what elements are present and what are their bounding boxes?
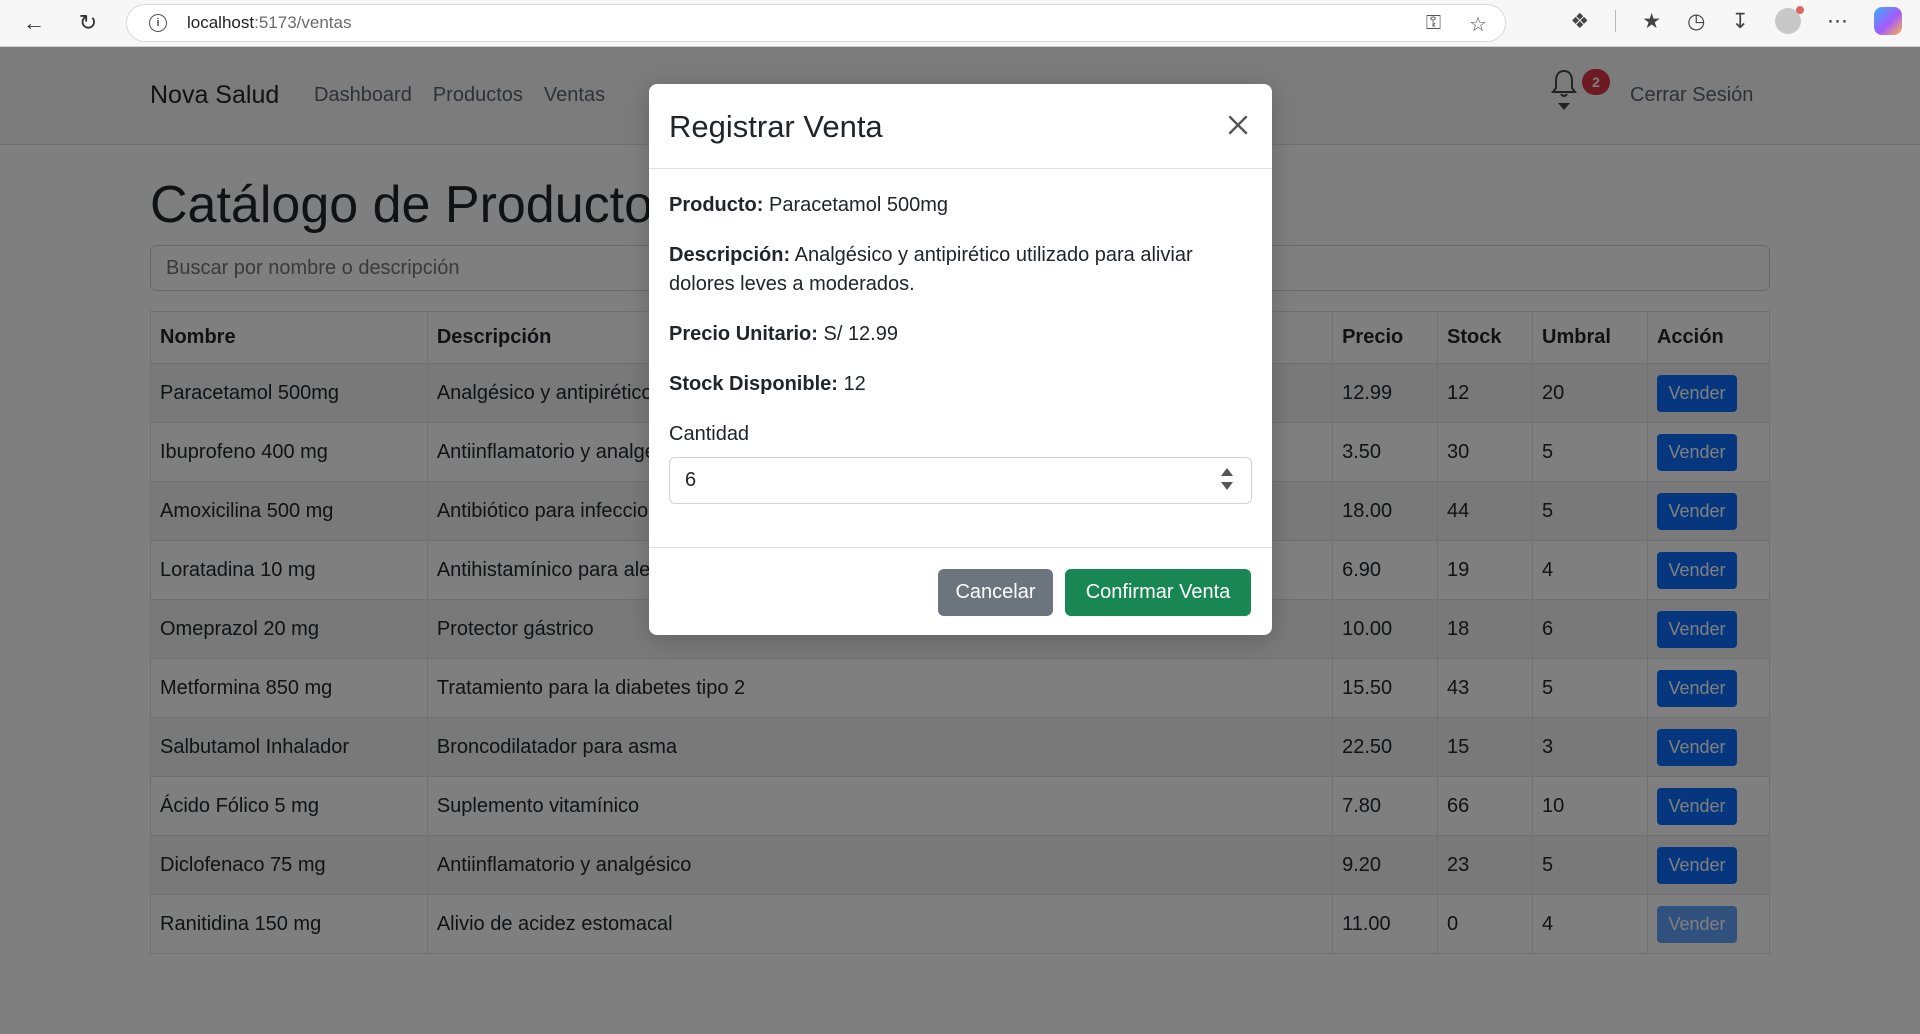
close-icon[interactable] <box>1222 109 1254 141</box>
increment-icon[interactable] <box>1221 468 1233 476</box>
address-bar[interactable]: i localhost:5173/ventas ⚿ ☆ <box>126 4 1506 42</box>
stock-value: 12 <box>843 373 866 395</box>
modal-body: Producto: Paracetamol 500mg Descripción:… <box>649 169 1272 504</box>
history-icon[interactable]: ◷ <box>1687 9 1705 34</box>
modal-header: Registrar Venta <box>649 84 1272 169</box>
back-icon[interactable]: ← <box>18 7 50 39</box>
decrement-icon[interactable] <box>1221 482 1233 490</box>
cancel-button[interactable]: Cancelar <box>938 569 1053 616</box>
price-value: S/ 12.99 <box>823 323 898 345</box>
key-icon[interactable]: ⚿ <box>1426 12 1441 37</box>
spinner-arrows[interactable] <box>1221 468 1233 490</box>
quantity-stepper[interactable]: 6 <box>669 457 1252 504</box>
reload-icon[interactable]: ↻ <box>72 7 104 39</box>
price-detail: Precio Unitario: S/ 12.99 <box>669 323 898 345</box>
browser-toolbar: ← ↻ i localhost:5173/ventas ⚿ ☆ ❖ ★ ◷ ↧ … <box>0 0 1920 47</box>
description-detail: Descripción: Analgésico y antipirético u… <box>669 244 1193 295</box>
product-detail: Producto: Paracetamol 500mg <box>669 194 948 216</box>
confirm-sale-button[interactable]: Confirmar Venta <box>1065 569 1251 616</box>
extensions-icon[interactable]: ❖ <box>1570 9 1589 34</box>
more-menu-icon[interactable]: ⋯ <box>1827 9 1848 34</box>
modal-title: Registrar Venta <box>669 109 883 144</box>
profile-avatar[interactable] <box>1775 6 1804 34</box>
register-sale-modal: Registrar Venta Producto: Paracetamol 50… <box>649 84 1272 635</box>
product-value: Paracetamol 500mg <box>769 194 948 216</box>
favorite-star-icon[interactable]: ☆ <box>1469 12 1487 37</box>
modal-footer: Cancelar Confirmar Venta <box>649 547 1272 635</box>
stock-detail: Stock Disponible: 12 <box>669 373 866 395</box>
copilot-icon[interactable] <box>1874 7 1902 35</box>
quantity-label: Cantidad <box>669 423 750 445</box>
download-icon[interactable]: ↧ <box>1731 9 1749 34</box>
favorites-icon[interactable]: ★ <box>1642 9 1661 34</box>
toolbar-divider <box>1615 10 1617 32</box>
url-text[interactable]: localhost:5173/ventas <box>187 13 351 33</box>
quantity-value[interactable]: 6 <box>685 466 696 495</box>
site-info-icon[interactable]: i <box>149 14 167 32</box>
